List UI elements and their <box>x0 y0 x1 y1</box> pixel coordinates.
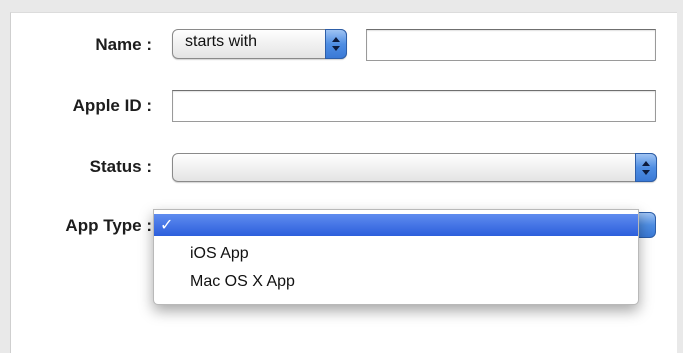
apple-id-label: Apple ID : <box>72 96 152 115</box>
apple-id-field[interactable] <box>172 90 656 122</box>
up-down-chevron-icon <box>635 153 657 182</box>
name-field[interactable] <box>366 29 656 61</box>
checkmark-icon: ✓ <box>160 217 174 234</box>
menu-item-ios-app[interactable]: iOS App <box>190 245 249 263</box>
up-down-chevron-icon <box>325 29 347 59</box>
name-label: Name : <box>95 35 152 54</box>
app-type-label: App Type : <box>65 216 152 235</box>
status-label: Status : <box>89 157 152 176</box>
app-type-menu: ✓ iOS App Mac OS X App <box>153 209 639 305</box>
menu-item-selected[interactable]: ✓ <box>154 214 638 236</box>
menu-item-mac-os-x-app[interactable]: Mac OS X App <box>190 273 295 291</box>
name-operator-popup[interactable]: starts with <box>172 29 347 59</box>
app-type-popup-arrow[interactable] <box>638 212 656 238</box>
name-operator-value: starts with <box>185 33 258 50</box>
status-popup[interactable] <box>172 153 657 182</box>
